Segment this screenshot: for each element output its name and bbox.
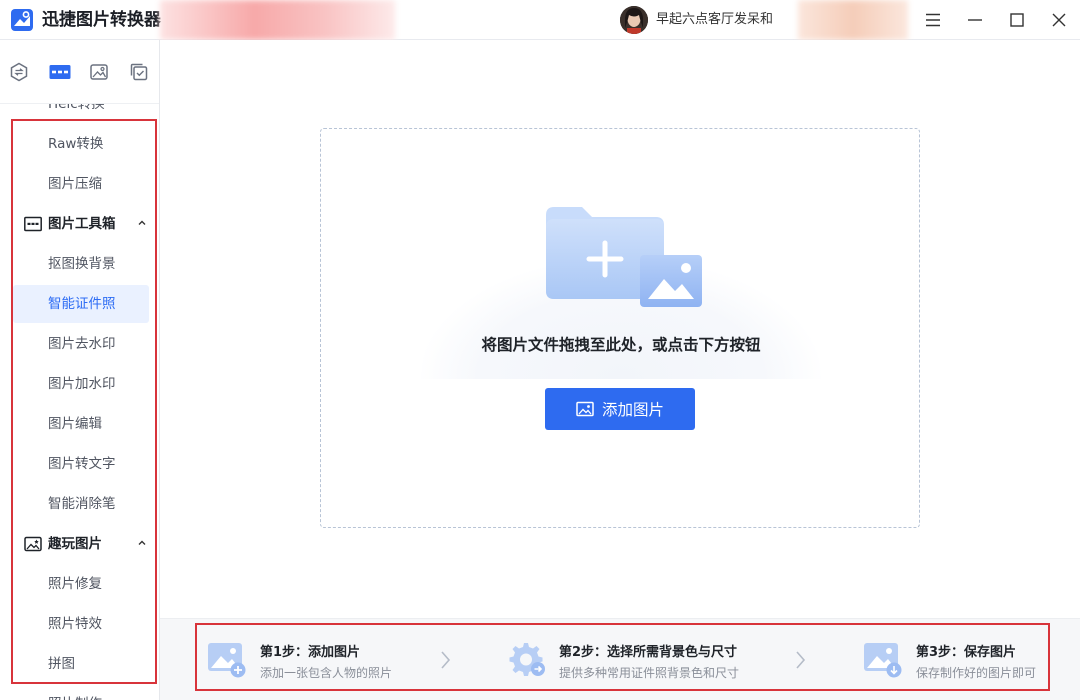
sidebar-group-toolbox[interactable]: 图片工具箱 [13, 205, 149, 243]
sidebar-item-edit[interactable]: 图片编辑 [13, 405, 149, 443]
main-area: 将图片文件拖拽至此处，或点击下方按钮 添加图片 [160, 40, 1080, 618]
title-bar: 迅捷图片转换器 早起六点客厅发呆和 [0, 0, 1080, 40]
sidebar-item-cutout[interactable]: 抠图换背景 [13, 245, 149, 283]
maximize-button[interactable] [1005, 8, 1029, 32]
add-folder-icon [546, 207, 702, 307]
sidebar-item-remove-watermark[interactable]: 图片去水印 [13, 325, 149, 363]
minimize-icon [968, 19, 982, 21]
fun-image-icon [24, 536, 42, 552]
sidebar-item-id-photo[interactable]: 智能证件照 [13, 285, 149, 323]
sidebar: Heic转换 Raw转换 图片压缩 图片工具箱 抠图换背景 智能证件照 图片去水… [0, 40, 160, 700]
drop-hint: 将图片文件拖拽至此处，或点击下方按钮 [481, 336, 761, 354]
step-1-title: 第1步：添加图片 [260, 645, 361, 660]
sidebar-item-eraser[interactable]: 智能消除笔 [13, 485, 149, 523]
check-copy-icon [130, 63, 148, 81]
redacted-region [798, 0, 908, 40]
chevron-right-icon [796, 651, 806, 669]
minimize-button[interactable] [963, 8, 987, 32]
image-icon [576, 401, 594, 417]
sidebar-group-label: 图片工具箱 [48, 216, 116, 232]
settings-step-icon [509, 643, 545, 676]
chevron-up-icon [138, 220, 146, 225]
chevron-right-icon [441, 651, 451, 669]
sidebar-item-ocr[interactable]: 图片转文字 [13, 445, 149, 483]
menu-button[interactable] [921, 8, 945, 32]
steps-bar: 第1步：添加图片 添加一张包含人物的照片 第2步：选择所需背景色与尺寸 提供多种… [160, 618, 1080, 700]
menu-icon [926, 13, 940, 27]
sidebar-item-photo-repair[interactable]: 照片修复 [13, 565, 149, 603]
sidebar-item-compress[interactable]: 图片压缩 [13, 165, 149, 203]
convert-icon [10, 62, 28, 82]
toolbox-icon [24, 216, 42, 232]
maximize-icon [1010, 13, 1024, 27]
app-title: 迅捷图片转换器 [42, 10, 161, 30]
user-avatar[interactable] [620, 6, 648, 34]
avatar-image [620, 6, 648, 34]
close-button[interactable] [1047, 8, 1071, 32]
sidebar-item-add-watermark[interactable]: 图片加水印 [13, 365, 149, 403]
sidebar-item-photo-effects[interactable]: 照片特效 [13, 605, 149, 643]
step-2-desc: 提供多种常用证件照背景色和尺寸 [559, 666, 740, 680]
user-name[interactable]: 早起六点客厅发呆和 [656, 11, 773, 29]
sidebar-tabs-overlay [0, 40, 159, 104]
tab-toolbox[interactable] [49, 62, 71, 82]
step-1-desc: 添加一张包含人物的照片 [260, 666, 393, 680]
close-icon [1052, 13, 1066, 27]
add-image-button-label: 添加图片 [601, 401, 664, 419]
step-3-title: 第3步：保存图片 [916, 645, 1017, 660]
sidebar-item-photo-make[interactable]: 照片制作 [13, 685, 149, 700]
redacted-region [160, 0, 395, 40]
sidebar-group-label: 趣玩图片 [48, 536, 102, 552]
image-icon [90, 64, 108, 80]
sidebar-group-fun[interactable]: 趣玩图片 [13, 525, 149, 563]
step-2-title: 第2步：选择所需背景色与尺寸 [559, 645, 738, 660]
sidebar-item-raw[interactable]: Raw转换 [13, 125, 149, 163]
tab-batch[interactable] [129, 62, 149, 82]
toolbox-icon [49, 65, 71, 79]
tab-convert[interactable] [9, 62, 29, 82]
step-3-desc: 保存制作好的图片即可 [916, 666, 1037, 680]
sidebar-item-collage[interactable]: 拼图 [13, 645, 149, 683]
add-image-step-icon [208, 643, 246, 678]
app-logo-icon [11, 9, 33, 31]
chevron-up-icon [138, 540, 146, 545]
drop-zone[interactable]: 将图片文件拖拽至此处，或点击下方按钮 添加图片 [320, 128, 920, 528]
save-image-step-icon [864, 643, 902, 678]
tab-image[interactable] [89, 62, 109, 82]
add-image-button[interactable]: 添加图片 [545, 388, 695, 430]
